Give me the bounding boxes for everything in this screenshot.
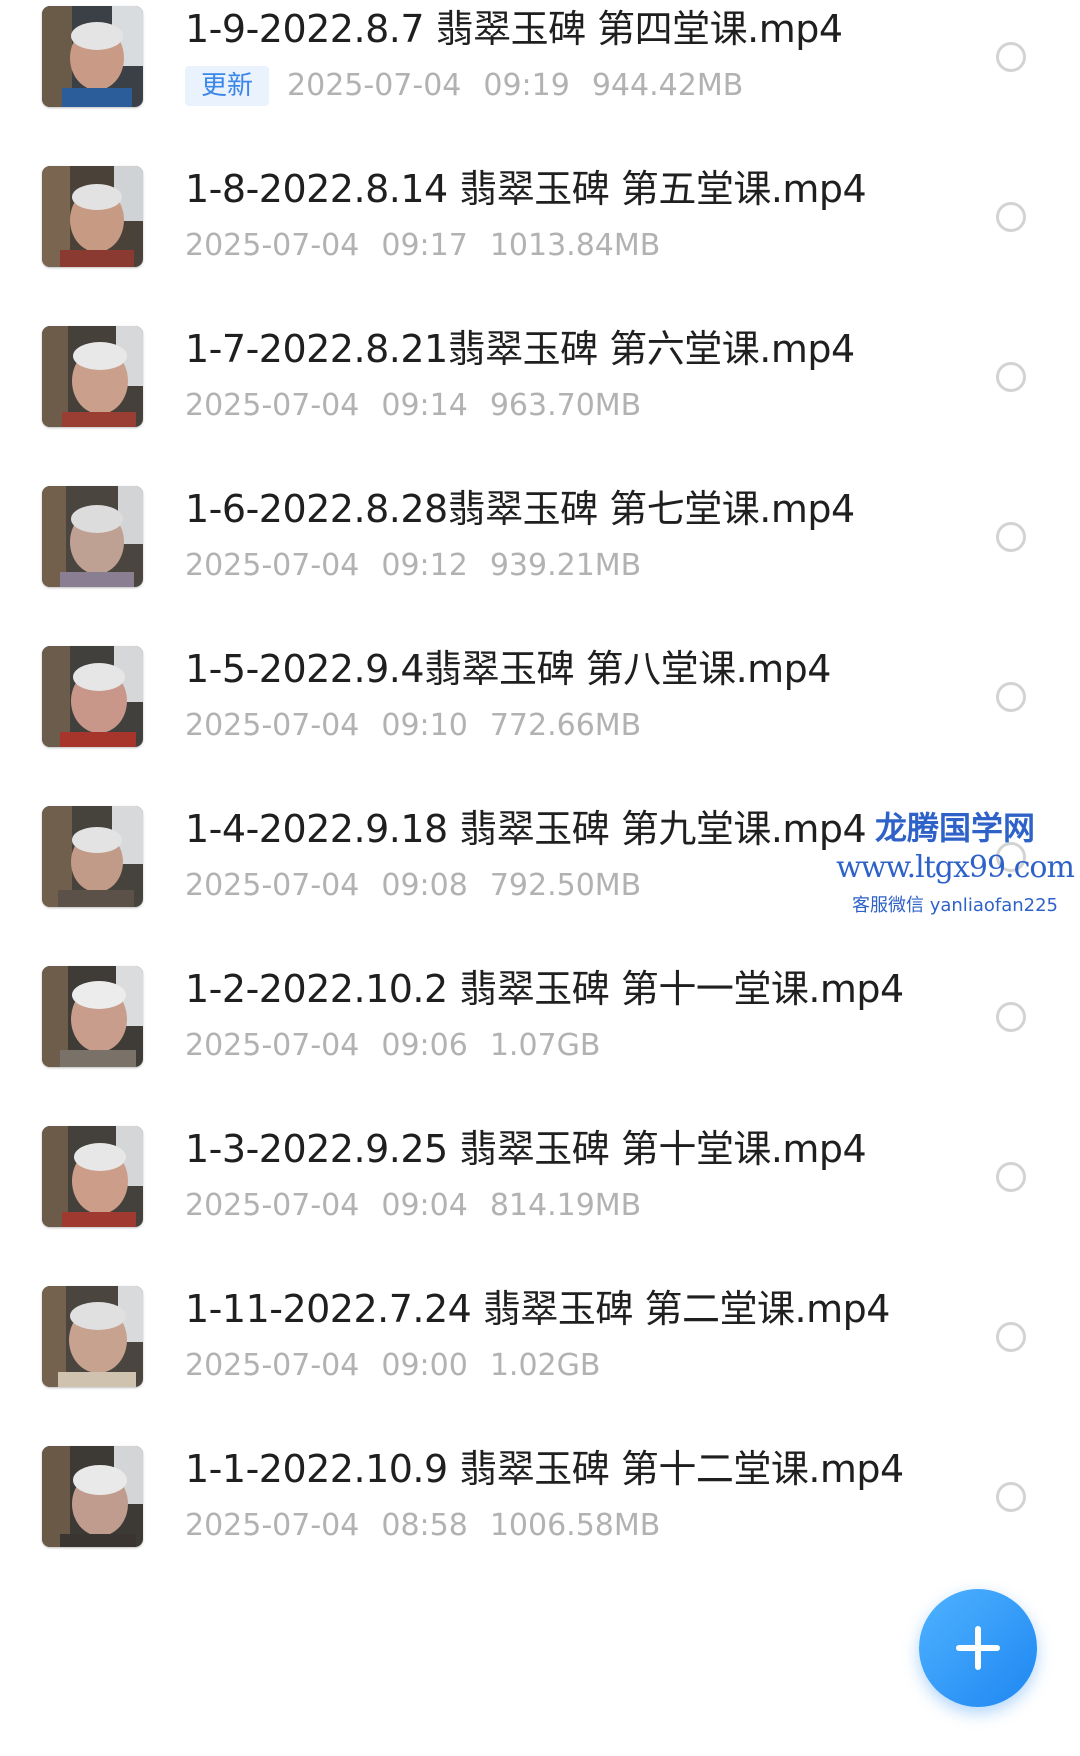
file-size: 1.02GB: [489, 1348, 601, 1383]
select-radio[interactable]: [996, 682, 1026, 712]
file-time: 09:10: [381, 708, 468, 743]
file-name[interactable]: 1-4-2022.9.18 翡翠玉碑 第九堂课.mp4: [185, 800, 867, 858]
file-date: 2025-07-04: [185, 1188, 360, 1223]
file-time: 09:00: [381, 1348, 468, 1383]
file-name[interactable]: 1-7-2022.8.21翡翠玉碑 第六堂课.mp4: [185, 320, 855, 378]
file-name[interactable]: 1-2-2022.10.2 翡翠玉碑 第十一堂课.mp4: [185, 960, 904, 1018]
add-button[interactable]: [919, 1589, 1037, 1707]
file-date: 2025-07-04: [287, 68, 462, 103]
file-size: 1006.58MB: [489, 1508, 661, 1543]
file-row[interactable]: 1-9-2022.8.7 翡翠玉碑 第四堂课.mp4 更新 2025-07-04…: [0, 0, 1080, 180]
file-size: 814.19MB: [489, 1188, 642, 1223]
file-row[interactable]: 1-4-2022.9.18 翡翠玉碑 第九堂课.mp4 2025-07-04 0…: [0, 800, 1080, 980]
file-time: 09:19: [483, 68, 570, 103]
file-time: 09:08: [381, 868, 468, 903]
file-meta: 2025-07-04 09:00 1.02GB: [185, 1342, 622, 1390]
select-radio[interactable]: [996, 1162, 1026, 1192]
select-radio[interactable]: [996, 1322, 1026, 1352]
file-name[interactable]: 1-5-2022.9.4翡翠玉碑 第八堂课.mp4: [185, 640, 831, 698]
file-name[interactable]: 1-1-2022.10.9 翡翠玉碑 第十二堂课.mp4: [185, 1440, 904, 1498]
file-row[interactable]: 1-1-2022.10.9 翡翠玉碑 第十二堂课.mp4 2025-07-04 …: [0, 1440, 1080, 1620]
file-size: 944.42MB: [591, 68, 744, 103]
file-time: 09:06: [381, 1028, 468, 1063]
file-name[interactable]: 1-11-2022.7.24 翡翠玉碑 第二堂课.mp4: [185, 1280, 890, 1338]
file-row[interactable]: 1-3-2022.9.25 翡翠玉碑 第十堂课.mp4 2025-07-04 0…: [0, 1120, 1080, 1300]
file-row[interactable]: 1-8-2022.8.14 翡翠玉碑 第五堂课.mp4 2025-07-04 0…: [0, 160, 1080, 340]
video-thumbnail[interactable]: [42, 1286, 143, 1387]
file-meta: 2025-07-04 09:08 792.50MB: [185, 862, 663, 910]
video-thumbnail[interactable]: [42, 806, 143, 907]
video-thumbnail[interactable]: [42, 166, 143, 267]
file-meta: 2025-07-04 09:10 772.66MB: [185, 702, 663, 750]
select-radio[interactable]: [996, 522, 1026, 552]
select-radio[interactable]: [996, 362, 1026, 392]
file-list: 1-9-2022.8.7 翡翠玉碑 第四堂课.mp4 更新 2025-07-04…: [0, 0, 1080, 1756]
file-name[interactable]: 1-6-2022.8.28翡翠玉碑 第七堂课.mp4: [185, 480, 855, 538]
file-name[interactable]: 1-8-2022.8.14 翡翠玉碑 第五堂课.mp4: [185, 160, 867, 218]
file-row[interactable]: 1-2-2022.10.2 翡翠玉碑 第十一堂课.mp4 2025-07-04 …: [0, 960, 1080, 1140]
file-size: 792.50MB: [489, 868, 642, 903]
video-thumbnail[interactable]: [42, 966, 143, 1067]
file-size: 939.21MB: [489, 548, 642, 583]
file-meta: 2025-07-04 09:12 939.21MB: [185, 542, 663, 590]
file-row[interactable]: 1-7-2022.8.21翡翠玉碑 第六堂课.mp4 2025-07-04 09…: [0, 320, 1080, 500]
file-meta: 更新 2025-07-04 09:19 944.42MB: [185, 62, 765, 110]
file-name[interactable]: 1-9-2022.8.7 翡翠玉碑 第四堂课.mp4: [185, 0, 843, 58]
file-meta: 2025-07-04 09:14 963.70MB: [185, 382, 663, 430]
file-date: 2025-07-04: [185, 548, 360, 583]
file-date: 2025-07-04: [185, 1508, 360, 1543]
video-thumbnail[interactable]: [42, 1126, 143, 1227]
file-time: 09:12: [381, 548, 468, 583]
file-date: 2025-07-04: [185, 388, 360, 423]
file-date: 2025-07-04: [185, 228, 360, 263]
file-meta: 2025-07-04 09:06 1.07GB: [185, 1022, 622, 1070]
video-thumbnail[interactable]: [42, 486, 143, 587]
file-time: 09:14: [381, 388, 468, 423]
file-meta: 2025-07-04 09:04 814.19MB: [185, 1182, 663, 1230]
file-row[interactable]: 1-11-2022.7.24 翡翠玉碑 第二堂课.mp4 2025-07-04 …: [0, 1280, 1080, 1460]
file-date: 2025-07-04: [185, 708, 360, 743]
select-radio[interactable]: [996, 1002, 1026, 1032]
file-size: 1.07GB: [489, 1028, 601, 1063]
select-radio[interactable]: [996, 42, 1026, 72]
select-radio[interactable]: [996, 1482, 1026, 1512]
select-radio[interactable]: [996, 202, 1026, 232]
file-size: 772.66MB: [489, 708, 642, 743]
file-date: 2025-07-04: [185, 1348, 360, 1383]
file-time: 09:04: [381, 1188, 468, 1223]
file-size: 1013.84MB: [489, 228, 661, 263]
video-thumbnail[interactable]: [42, 326, 143, 427]
updated-badge: 更新: [185, 66, 270, 106]
file-row[interactable]: 1-5-2022.9.4翡翠玉碑 第八堂课.mp4 2025-07-04 09:…: [0, 640, 1080, 820]
plus-icon: [956, 1626, 1000, 1670]
file-date: 2025-07-04: [185, 1028, 360, 1063]
file-name[interactable]: 1-3-2022.9.25 翡翠玉碑 第十堂课.mp4: [185, 1120, 867, 1178]
file-date: 2025-07-04: [185, 868, 360, 903]
file-size: 963.70MB: [489, 388, 642, 423]
file-time: 08:58: [381, 1508, 468, 1543]
file-time: 09:17: [381, 228, 468, 263]
file-meta: 2025-07-04 09:17 1013.84MB: [185, 222, 682, 270]
file-meta: 2025-07-04 08:58 1006.58MB: [185, 1502, 682, 1550]
video-thumbnail[interactable]: [42, 646, 143, 747]
video-thumbnail[interactable]: [42, 6, 143, 107]
video-thumbnail[interactable]: [42, 1446, 143, 1547]
file-row[interactable]: 1-6-2022.8.28翡翠玉碑 第七堂课.mp4 2025-07-04 09…: [0, 480, 1080, 660]
select-radio[interactable]: [996, 842, 1026, 872]
